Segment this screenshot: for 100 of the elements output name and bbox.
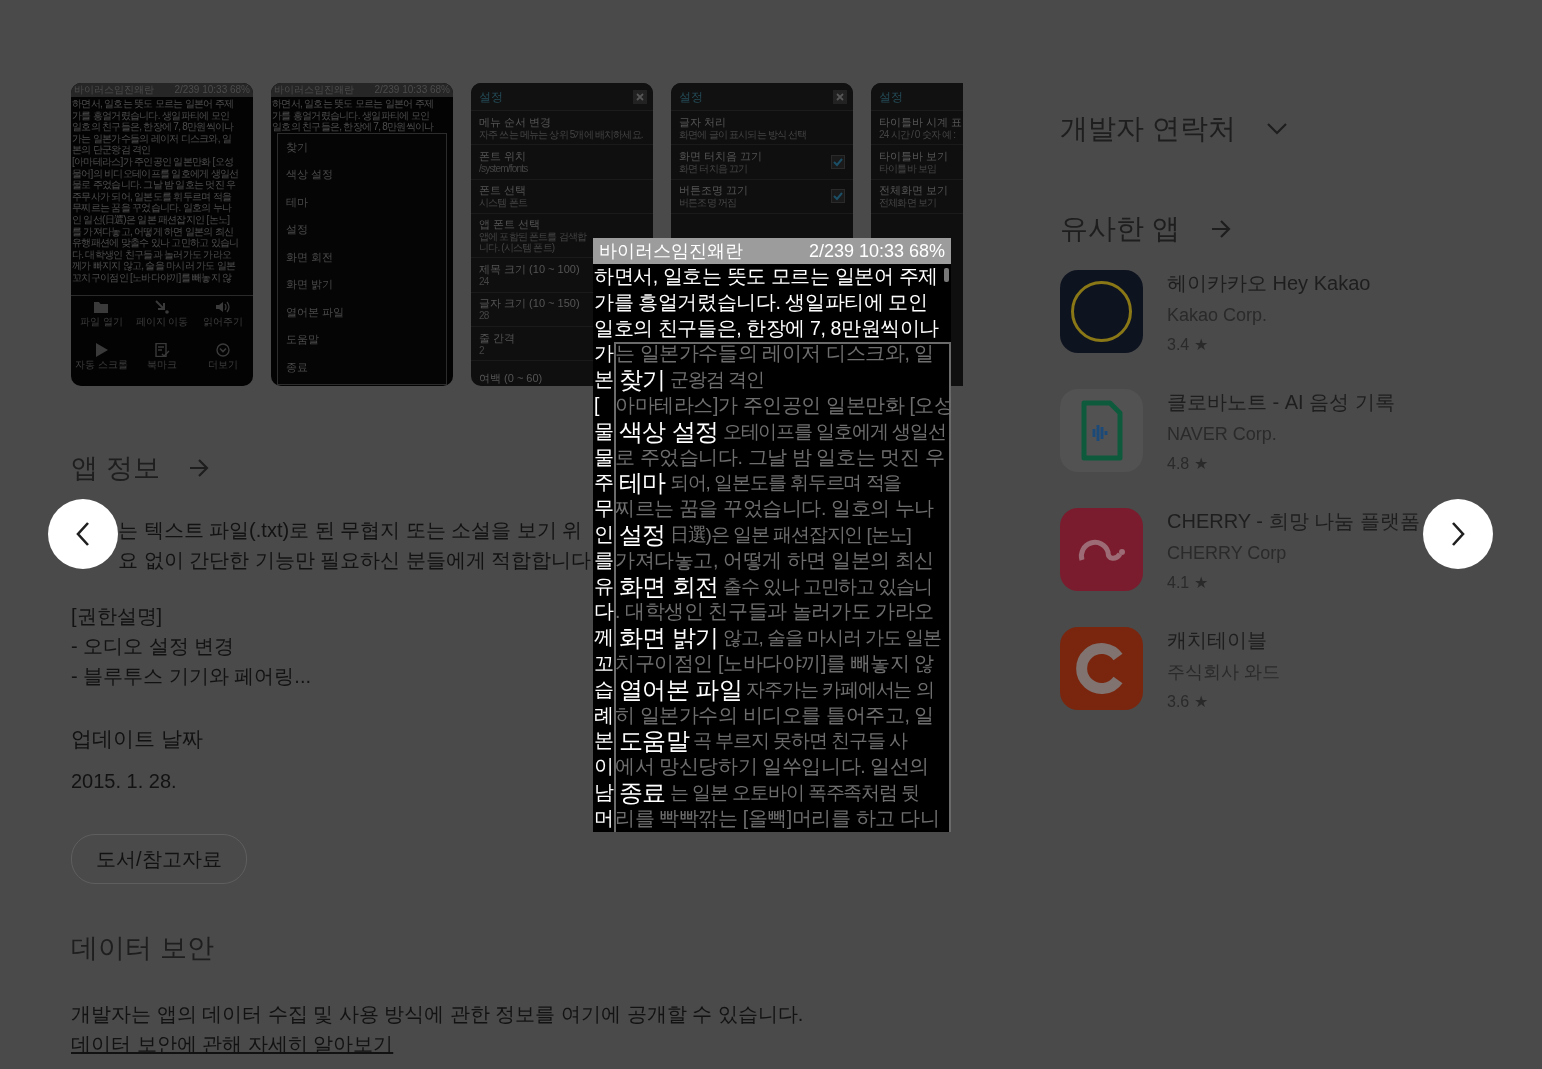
text-line: 물어]의 비디오테이프를 일호에게 생일선 <box>72 167 240 180</box>
text-fragment: 례 <box>593 702 612 728</box>
setting-title: 버튼조명 끄기 <box>679 184 749 198</box>
text-fragment: 리를 빡빡깎는 [올빽]머리를 하고 다니 <box>615 805 940 831</box>
menu-item[interactable]: 테마 <box>619 470 666 497</box>
text-fragment: 이 <box>593 754 612 780</box>
text-line: 인 일선(日選)은 일본 패션잡지인 [논노] <box>72 213 231 226</box>
setting-title: 제목 크기 (10 ~ 100) <box>479 262 580 276</box>
text-fragment: 남 <box>593 779 612 805</box>
setting-title: 전체화면 보기 <box>879 184 949 198</box>
menu-item[interactable]: 종료 <box>619 779 666 806</box>
text-fragment: 곡 부르지 못하면 친구들 사 <box>693 729 907 754</box>
description-text: 는 텍스트 파일(.txt)로 된 무협지 또는 소설을 보기 위 <box>118 517 583 543</box>
menu-item[interactable]: 색상 설정 <box>619 418 719 445</box>
text-fragment: 를 <box>593 547 612 573</box>
checkbox[interactable] <box>831 189 845 204</box>
text-line: 물로 주었습니다. 그날 밤 일호는 멋진 우 <box>72 179 237 191</box>
chevron-left-icon <box>75 521 91 547</box>
text-line: 를 가져다놓고, 어떻게 하면 일본의 최신 <box>72 225 235 238</box>
menu-item[interactable]: 열어본 파일 <box>278 298 446 327</box>
text-fragment: 찌르는 꿈을 꾸었습니다. 일호의 누나 <box>615 496 935 522</box>
menu-item[interactable]: 화면 회전 <box>619 573 719 600</box>
arrow-right-icon[interactable] <box>1209 218 1232 240</box>
menu-item[interactable]: 찾기 <box>278 133 446 162</box>
app-icon[interactable] <box>1060 627 1143 710</box>
folder-icon <box>93 300 110 314</box>
menu-item[interactable]: 설정 <box>619 521 666 548</box>
text-fragment: 자주가는 카페에서는 의 <box>746 677 934 702</box>
chevron-circle-icon <box>215 342 230 357</box>
dialog-title: 설정 <box>879 88 903 106</box>
setting-title: 줄 간격 <box>479 331 516 345</box>
chevron-right-icon <box>1450 521 1466 547</box>
dialog-title: 설정 <box>479 88 503 106</box>
setting-title: 메뉴 순서 변경 <box>479 115 553 129</box>
setting-title: 화면 터치음 끄기 <box>679 150 763 164</box>
menu-item[interactable]: 설정 <box>278 216 446 244</box>
setting-title: 타이틀바 보기 <box>879 150 949 164</box>
text-fragment: 본 <box>593 728 612 754</box>
text-fragment: 유 <box>593 573 612 599</box>
data-safety-text: 개발자는 앱의 데이터 수집 및 사용 방식에 관한 정보를 여기에 공개할 수 있습니다. 데이터 보안에 관해 자세히 알아보기 <box>71 1001 805 1057</box>
close-icon[interactable] <box>833 89 847 104</box>
setting-title: 앱 폰트 선택 <box>479 218 542 232</box>
text-line: 무찌르는 꿈을 꾸었습니다. 일호의 누나 <box>72 202 233 214</box>
play-icon <box>93 342 110 357</box>
text-fragment: 습 <box>593 676 612 702</box>
text-line: 하면서, 일호는 뜻도 모르는 일본어 주제 <box>72 98 235 110</box>
text-fragment: 로 주었습니다. 그날 밤 일호는 멋진 우 <box>615 444 945 470</box>
setting-title: 글자 크기 (10 ~ 150) <box>479 297 580 311</box>
checklist-icon <box>154 342 170 357</box>
text-fragment: 치구이점인 [노바다야끼]를 빼놓지 않 <box>615 650 935 676</box>
menu-item[interactable]: 화면 밝기 <box>278 271 446 299</box>
update-date: 2015. 1. 28. <box>71 769 177 794</box>
text-fragment: . 대학생인 친구들과 놀러가도 가라오 <box>615 599 935 625</box>
menu-item[interactable]: 테마 <box>278 188 446 217</box>
text-fragment: 히 일본가수의 비디오를 틀어주고, 일 <box>615 702 935 728</box>
speaker-icon <box>214 300 231 314</box>
text-line: 가는 일본가수들의 레이저 디스크와, 일 <box>72 132 233 145</box>
text-line: [아마테라스]가 주인공인 일본만화 [오성 <box>72 155 235 168</box>
description-text: 요 없이 간단한 기능만 필요하신 분들에게 적합합니다 <box>118 547 592 573</box>
menu-item[interactable]: 화면 밝기 <box>619 625 719 651</box>
menu-item[interactable]: 색상 설정 <box>278 161 446 189</box>
arrow-icon <box>154 300 170 314</box>
screenshot-thumbnail[interactable] <box>71 83 253 386</box>
text-line: 일호의 친구들은, 한장에 7, 8만원씩이나 <box>72 121 235 133</box>
checkbox[interactable] <box>831 155 845 170</box>
chevron-icon[interactable] <box>1265 122 1288 136</box>
text-line: 유행패션에 맞출수 있나 고민하고 있습니 <box>72 237 240 249</box>
menu-item[interactable]: 도움말 <box>619 728 690 755</box>
text-fragment: 무 <box>593 496 612 522</box>
learn-more-link[interactable]: 데이터 보안에 관해 자세히 알아보기 <box>71 1032 394 1055</box>
text-fragment: 가져다놓고, 어떻게 하면 일본의 최신 <box>615 547 935 573</box>
menu-item[interactable]: 종료 <box>278 353 446 382</box>
menu-item[interactable]: 도움말 <box>278 326 446 354</box>
text-fragment: 출수 있나 고민하고 있습니 <box>722 574 933 599</box>
text-line: 하면서, 일호는 뜻도 모르는 일본어 주제 <box>272 98 435 110</box>
text-line: 가를 흥얼거렸습니다. 생일파티에 모인 <box>272 109 431 122</box>
app-icon[interactable] <box>1060 270 1143 353</box>
app-icon[interactable] <box>1060 508 1143 591</box>
text-fragment: 꼬 <box>593 650 612 676</box>
permission-text: [권한설명] <box>71 603 163 629</box>
permission-text: - 블루투스 기기와 페어링... <box>71 663 311 689</box>
text-line: 본의 단군왕검 격인 <box>72 144 152 156</box>
permission-text: - 오디오 설정 변경 <box>71 633 235 659</box>
scrollbar-thumb <box>944 268 949 282</box>
setting-title: 타이틀바 시계 표 <box>879 115 963 129</box>
text-fragment: 물 <box>593 418 612 444</box>
text-fragment: 다 <box>593 599 612 625</box>
setting-title: 글자 처리 <box>679 115 728 129</box>
setting-title: 폰트 위치 <box>479 150 528 164</box>
category-chip[interactable]: 도서/참고자료 <box>71 834 247 884</box>
text-fragment: 머 <box>593 805 612 831</box>
text-fragment: 는 일본 오토바이 폭주족처럼 뒷 <box>669 780 920 805</box>
text-line: 일호의 친구들은, 한장에 7, 8만원씩이나 <box>272 121 435 133</box>
text-line: 다. 대학생인 친구들과 놀러가도 가라오 <box>72 248 233 261</box>
close-icon[interactable] <box>633 89 647 104</box>
text-line: 꼬치구이점인 [노바다야끼]를 빼놓지 않 <box>72 271 233 284</box>
menu-item[interactable]: 화면 회전 <box>278 243 446 272</box>
text-fragment: 물 <box>593 444 612 470</box>
menu-item[interactable]: 열어본 파일 <box>619 676 743 703</box>
text-fragment: 되어, 일본도를 휘두르며 적을 <box>669 471 902 496</box>
